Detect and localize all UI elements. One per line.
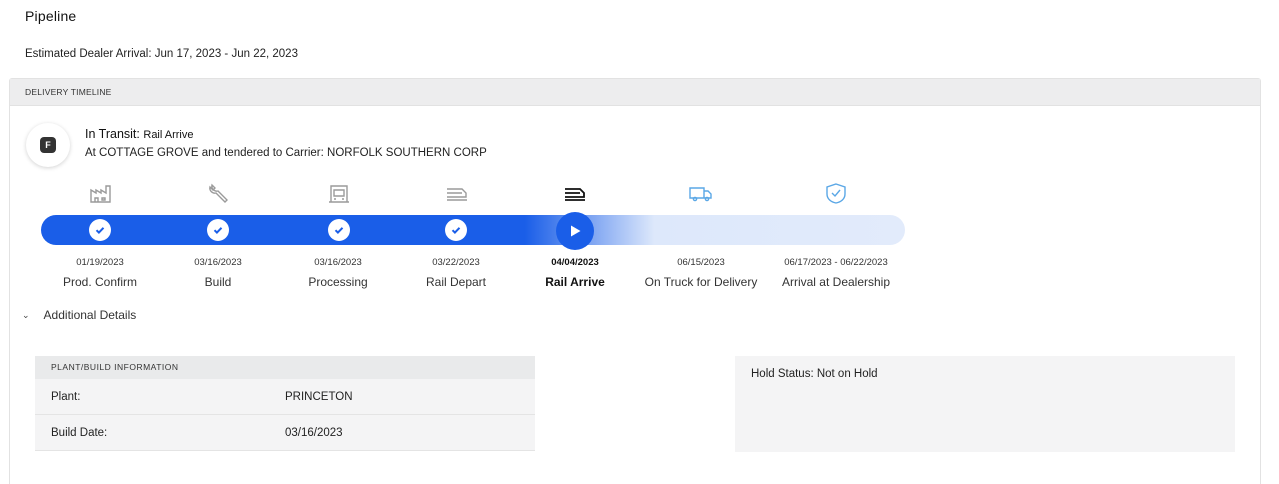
stage-date: 06/17/2023 - 06/22/2023: [784, 257, 888, 268]
railcar-icon: [562, 182, 588, 204]
plant-row: Build Date: 03/16/2023: [35, 415, 535, 451]
plant-row-key: Build Date:: [51, 426, 108, 439]
railcar-icon: [444, 182, 470, 204]
hold-status-text: Hold Status: Not on Hold: [751, 368, 878, 380]
additional-details-label: Additional Details: [43, 308, 137, 322]
progress-track: [41, 215, 905, 245]
shield-check-icon: [823, 182, 849, 204]
step-complete-check-icon: [89, 219, 111, 241]
status-line: In Transit: Rail Arrive: [85, 127, 194, 141]
step-complete-check-icon: [207, 219, 229, 241]
current-step-play-icon: [556, 212, 594, 250]
delivery-timeline-card: DELIVERY TIMELINE F In Transit: Rail Arr…: [9, 78, 1261, 484]
plant-row-key: Plant:: [51, 390, 81, 403]
status-detail: At COTTAGE GROVE and tendered to Carrier…: [85, 147, 487, 159]
stage-date: 06/15/2023: [677, 257, 725, 268]
brand-badge: F: [26, 123, 70, 167]
page-title: Pipeline: [25, 8, 77, 24]
vehicle-front-icon: [326, 182, 352, 204]
plant-row-value: 03/16/2023: [285, 426, 343, 439]
step-complete-check-icon: [328, 219, 350, 241]
estimated-arrival: Estimated Dealer Arrival: Jun 17, 2023 -…: [25, 48, 298, 60]
plant-build-panel: PLANT/BUILD INFORMATION Plant: PRINCETON…: [35, 356, 535, 451]
status-prefix: In Transit:: [85, 127, 140, 141]
hold-status-panel: Hold Status: Not on Hold: [735, 356, 1235, 452]
plant-build-header: PLANT/BUILD INFORMATION: [35, 356, 535, 379]
stage-label: Arrival at Dealership: [781, 275, 891, 289]
badge-letter: F: [40, 137, 56, 153]
factory-icon: [88, 182, 114, 204]
chevron-down-icon: ⌄: [22, 309, 30, 320]
truck-icon: [688, 182, 714, 204]
stage-label: On Truck for Delivery: [644, 275, 758, 289]
wrench-icon: [206, 182, 232, 204]
plant-row: Plant: PRINCETON: [35, 379, 535, 415]
status-value: Rail Arrive: [143, 129, 194, 141]
plant-row-value: PRINCETON: [285, 390, 353, 403]
card-header: DELIVERY TIMELINE: [10, 79, 1260, 106]
additional-details-toggle[interactable]: ⌄ Additional Details: [22, 308, 136, 322]
step-complete-check-icon: [445, 219, 467, 241]
